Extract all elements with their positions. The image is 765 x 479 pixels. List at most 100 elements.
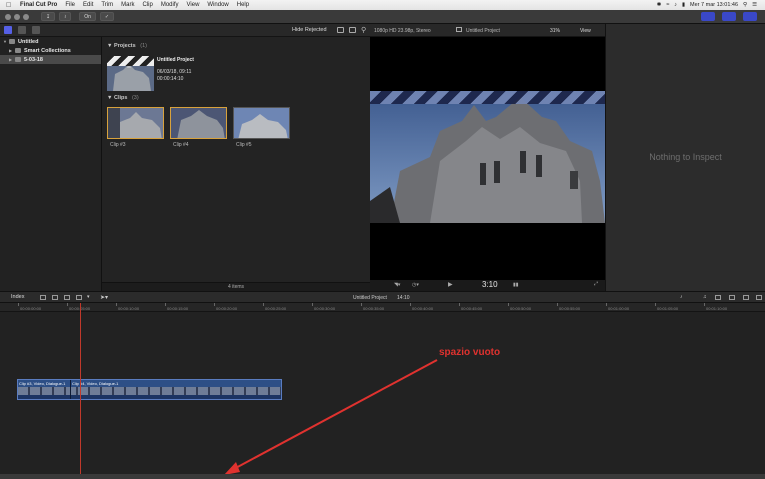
window-controls xyxy=(5,13,29,20)
folder-icon xyxy=(15,48,21,53)
menu-view[interactable]: View xyxy=(187,2,200,8)
clapboard-overlay xyxy=(107,56,154,66)
timeline-clip-label: Clip #3, Video, Dialogue-1 xyxy=(19,381,66,386)
project-date: 06/03/18, 09:11 xyxy=(157,69,192,75)
audio-skimming-icon[interactable]: ♪ xyxy=(680,294,683,300)
browser-item-count: 4 items xyxy=(102,282,370,291)
viewer-controls: ◥▾ ◷▾ ▶ 3:10 ▮▮ ⤢ xyxy=(370,280,605,291)
clip-audio-waveform xyxy=(18,395,281,399)
clip-thumbnail[interactable] xyxy=(170,107,227,139)
timeline-duration: 14:10 xyxy=(397,294,410,301)
disclosure-open-icon: ▼ xyxy=(107,95,113,101)
timeline-ruler[interactable]: 00:00:00:0000:00:05:0000:00:10:0000:00:1… xyxy=(0,303,765,312)
project-info: Untitled Project 06/03/18, 09:11 00:00:1… xyxy=(157,57,194,83)
inspector-empty-text: Nothing to Inspect xyxy=(649,152,722,162)
menu-file[interactable]: File xyxy=(65,2,75,8)
view-dropdown[interactable]: View xyxy=(580,28,591,34)
project-name[interactable]: Untitled Project xyxy=(157,57,194,64)
church-clip-image xyxy=(234,108,289,138)
overwrite-clip-icon[interactable] xyxy=(76,295,82,300)
sidebar-item-smart-collections[interactable]: ▶ Smart Collections xyxy=(0,46,101,55)
action-menu-icon[interactable] xyxy=(349,27,356,33)
keyword-button[interactable]: ≀ xyxy=(59,12,72,21)
titles-generators-icon[interactable] xyxy=(32,26,40,34)
menu-trim[interactable]: Trim xyxy=(101,2,113,8)
photos-audio-icon[interactable] xyxy=(18,26,26,34)
index-button[interactable]: Index xyxy=(11,294,24,300)
search-icon[interactable]: ⚲ xyxy=(743,2,747,8)
ruler-tick-mark xyxy=(557,303,558,306)
zoom-dropdown[interactable]: 31% xyxy=(550,28,560,34)
projects-section-header[interactable]: ▼ Projects (1) xyxy=(107,43,147,49)
timeline-area[interactable]: Clip #3, Video, Dialogue-1 Clip #4, Vide… xyxy=(0,312,765,474)
viewer[interactable] xyxy=(370,37,605,280)
clip-appearance-icon[interactable] xyxy=(337,27,344,33)
menu-edit[interactable]: Edit xyxy=(83,2,93,8)
menu-modify[interactable]: Modify xyxy=(161,2,179,8)
clip-thumbnail[interactable] xyxy=(107,107,164,139)
apple-menu-icon[interactable]:  xyxy=(6,2,14,9)
fullscreen-icon[interactable]: ⤢ xyxy=(594,281,598,287)
ruler-tick-label: 00:00:25:00 xyxy=(265,306,287,311)
key-icon: ≀ xyxy=(64,13,67,20)
menu-clip[interactable]: Clip xyxy=(142,2,152,8)
import-button[interactable]: ↧ xyxy=(41,12,56,21)
clips-title: Clips xyxy=(113,95,128,101)
workspace-toggles xyxy=(697,12,757,21)
timeline-toggle-button[interactable] xyxy=(722,12,736,21)
minimize-window-button[interactable] xyxy=(14,13,20,20)
background-tasks-button[interactable]: On xyxy=(79,12,96,21)
projects-title: Projects xyxy=(113,43,136,49)
church-frame-image xyxy=(370,91,605,223)
volume-icon[interactable]: ♪ xyxy=(674,2,677,8)
speed-tool-icon[interactable]: ◷▾ xyxy=(412,282,419,288)
connect-clip-icon[interactable] xyxy=(40,295,46,300)
wifi-icon[interactable]: ≈ xyxy=(666,2,669,8)
libraries-icon[interactable] xyxy=(4,26,12,34)
bluetooth-icon[interactable]: ✱ xyxy=(657,2,662,8)
clip-filter-dropdown[interactable]: Hide Rejected xyxy=(292,27,327,33)
battery-icon[interactable]: ▮ xyxy=(682,2,685,8)
transitions-browser-icon[interactable] xyxy=(756,295,762,300)
ruler-tick-label: 00:00:50:00 xyxy=(510,306,532,311)
menu-list-icon[interactable]: ☰ xyxy=(752,2,757,8)
close-window-button[interactable] xyxy=(5,13,11,20)
ruler-tick-mark xyxy=(704,303,705,306)
timeline-toolbar: Index ▾ ➤▾ Untitled Project 14:10 ♪ ♫ xyxy=(0,291,765,303)
play-button[interactable]: ▶ xyxy=(448,281,453,288)
inspector-toggle-button[interactable] xyxy=(743,12,757,21)
primary-storyline[interactable]: Clip #3, Video, Dialogue-1 Clip #4, Vide… xyxy=(17,379,282,400)
headphones-icon[interactable]: ♫ xyxy=(703,294,707,300)
done-tasks-button[interactable]: ✓ xyxy=(99,12,115,21)
transform-tool-icon[interactable]: ◥▾ xyxy=(394,282,400,288)
ruler-tick-mark xyxy=(67,303,68,306)
ruler-tick-label: 00:00:00:00 xyxy=(20,306,42,311)
clip-thumbnail[interactable] xyxy=(233,107,290,139)
clips-section-header[interactable]: ▼ Clips (3) xyxy=(107,95,139,101)
select-tool-icon[interactable]: ➤▾ xyxy=(100,294,108,301)
solo-icon[interactable] xyxy=(715,295,721,300)
zoom-window-button[interactable] xyxy=(23,13,29,20)
ruler-tick-label: 00:00:15:00 xyxy=(167,306,189,311)
clip-edit-point[interactable] xyxy=(70,380,71,399)
edit-mode-dropdown-icon[interactable]: ▾ xyxy=(87,294,90,300)
app-menu[interactable]: Final Cut Pro xyxy=(20,2,57,8)
clock[interactable]: Mer 7 mar 13:01:46 xyxy=(690,2,738,8)
menu-mark[interactable]: Mark xyxy=(121,2,134,8)
effects-browser-icon[interactable] xyxy=(743,295,749,300)
event-browser: ▼ Projects (1) Untitled Project 06/03/18… xyxy=(102,37,370,291)
append-clip-icon[interactable] xyxy=(64,295,70,300)
horizontal-scrollbar[interactable] xyxy=(0,474,765,479)
sidebar-item-event[interactable]: ▶ 5-03-18 xyxy=(0,55,101,64)
browser-toggle-button[interactable] xyxy=(701,12,715,21)
menu-help[interactable]: Help xyxy=(237,2,249,8)
browser-header: Hide Rejected ⚲ xyxy=(0,24,370,37)
search-icon[interactable]: ⚲ xyxy=(361,26,366,34)
ruler-tick-mark xyxy=(214,303,215,306)
sidebar-item-library[interactable]: ▼ Untitled xyxy=(0,37,101,46)
clip-appearance-icon[interactable] xyxy=(729,295,735,300)
insert-clip-icon[interactable] xyxy=(52,295,58,300)
playhead[interactable] xyxy=(80,303,81,474)
project-thumbnail[interactable] xyxy=(107,56,154,91)
menu-window[interactable]: Window xyxy=(207,2,228,8)
